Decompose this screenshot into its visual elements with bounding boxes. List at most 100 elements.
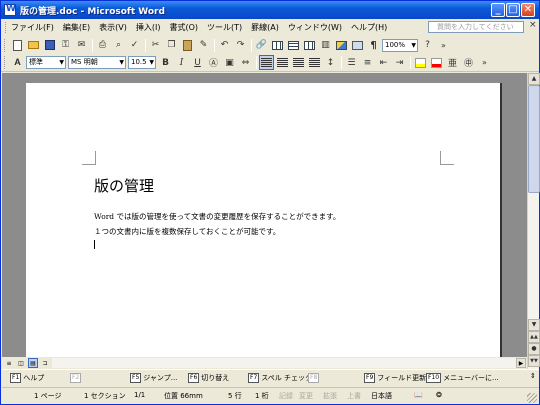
menu-edit[interactable]: 編集(E) (63, 22, 90, 33)
horizontal-scrollbar[interactable] (52, 358, 516, 368)
styles-formatting-icon[interactable]: 𝐀 (10, 55, 25, 70)
fkey-f9[interactable]: F9 フィールド更新 (364, 373, 426, 383)
insert-table-icon[interactable] (286, 38, 301, 53)
menu-format[interactable]: 書式(O) (169, 22, 198, 33)
vertical-scrollbar[interactable]: ▲ ▼ ▲▲ ● ▼▼ (527, 73, 540, 369)
line-spacing-icon[interactable]: ↕ (323, 55, 338, 70)
menu-window[interactable]: ウィンドウ(W) (288, 22, 342, 33)
reading-layout-icon[interactable]: ⊐ (40, 358, 50, 368)
normal-view-icon[interactable]: ≡ (4, 358, 14, 368)
next-page-icon[interactable]: ▼▼ (528, 355, 540, 367)
help-icon[interactable]: ? (420, 38, 435, 53)
menu-table[interactable]: 罫線(A) (251, 22, 279, 33)
align-right-button[interactable] (291, 55, 306, 70)
menu-tools[interactable]: ツール(T) (207, 22, 242, 33)
resize-grip[interactable] (527, 393, 537, 403)
enclose-characters-icon[interactable]: ㊥ (461, 55, 476, 70)
bullets-icon[interactable]: ≡ (360, 55, 375, 70)
menu-view[interactable]: 表示(V) (99, 22, 127, 33)
email-icon[interactable]: ✉ (74, 38, 89, 53)
document-paragraph[interactable]: Word では版の管理を使って文書の変更履歴を保存することができます。 (94, 211, 340, 222)
web-layout-icon[interactable]: ◫ (16, 358, 26, 368)
spelling-icon[interactable]: ✓ (127, 38, 142, 53)
fkey-f1[interactable]: F1 ヘルプ (10, 373, 44, 383)
toolbar-grip[interactable] (4, 56, 7, 69)
close-button[interactable]: ✕ (521, 3, 535, 17)
zoom-select[interactable]: 100% ▼ (382, 38, 418, 52)
open-icon[interactable] (26, 38, 41, 53)
menu-help[interactable]: ヘルプ(H) (351, 22, 387, 33)
save-icon[interactable] (42, 38, 57, 53)
select-browse-object-icon[interactable]: ● (528, 343, 540, 355)
menu-insert[interactable]: 挿入(I) (136, 22, 161, 33)
show-formatting-icon[interactable]: ¶ (366, 38, 381, 53)
numbering-icon[interactable]: ☰ (344, 55, 359, 70)
print-preview-icon[interactable]: ⌕ (111, 38, 126, 53)
separator (341, 56, 342, 69)
paste-icon[interactable] (180, 38, 195, 53)
align-center-button[interactable] (275, 55, 290, 70)
character-border-icon[interactable]: Ⓐ (206, 55, 221, 70)
previous-page-icon[interactable]: ▲▲ (528, 331, 540, 343)
character-shading-icon[interactable]: ▣ (222, 55, 237, 70)
increase-indent-icon[interactable]: ⇥ (392, 55, 407, 70)
decrease-indent-icon[interactable]: ⇤ (376, 55, 391, 70)
toolbar-options-icon[interactable]: » (477, 55, 492, 70)
italic-button[interactable]: I (174, 55, 189, 70)
permission-icon[interactable]: ⚿ (58, 38, 73, 53)
insert-excel-icon[interactable] (302, 38, 317, 53)
hyperlink-icon[interactable]: 🔗 (254, 38, 269, 53)
bold-button[interactable]: B (158, 55, 173, 70)
tables-borders-icon[interactable] (270, 38, 285, 53)
ime-status-icon[interactable]: ❂ (436, 391, 442, 399)
character-scaling-icon[interactable]: ⇔ (238, 55, 253, 70)
status-record[interactable]: 記録 (279, 391, 293, 401)
close-document-icon[interactable]: × (529, 20, 537, 30)
font-size-select[interactable]: 10.5 ▼ (128, 56, 156, 69)
minimize-button[interactable]: _ (491, 3, 505, 17)
scroll-down-icon[interactable]: ▼ (528, 319, 540, 331)
columns-icon[interactable]: ▥ (318, 38, 333, 53)
status-extend[interactable]: 拡張 (323, 391, 337, 401)
menu-grip[interactable] (5, 21, 8, 33)
document-paragraph[interactable]: １つの文書内に版を複数保存しておくことが可能です。 (94, 226, 280, 237)
underline-button[interactable]: U (190, 55, 205, 70)
distributed-button[interactable] (307, 55, 322, 70)
fkey-f5[interactable]: F5 ジャンプ... (130, 373, 177, 383)
scroll-thumb[interactable] (528, 85, 540, 193)
fkey-f6[interactable]: F6 切り替え (188, 373, 229, 383)
menu-file[interactable]: ファイル(F) (11, 22, 54, 33)
copy-icon[interactable]: ❐ (164, 38, 179, 53)
redo-icon[interactable]: ↷ (233, 38, 248, 53)
fkey-more-icon[interactable]: ⇕ (530, 372, 536, 380)
phonetic-guide-icon[interactable]: 亜 (445, 55, 460, 70)
word-app-icon[interactable] (4, 4, 16, 16)
fkey-f10[interactable]: F10 メニューバーに... (426, 373, 499, 383)
title-bar[interactable]: 版の管理.doc - Microsoft Word _ □ ✕ (1, 1, 539, 19)
format-painter-icon[interactable]: ✎ (196, 38, 211, 53)
document-page[interactable]: 版の管理 Word では版の管理を使って文書の変更履歴を保存することができます。… (26, 83, 502, 357)
undo-icon[interactable]: ↶ (217, 38, 232, 53)
status-track-changes[interactable]: 変更 (299, 391, 313, 401)
maximize-button[interactable]: □ (506, 3, 520, 17)
cut-icon[interactable]: ✂ (148, 38, 163, 53)
scroll-right-icon[interactable]: ▶ (516, 358, 526, 368)
document-heading[interactable]: 版の管理 (94, 175, 154, 196)
document-map-icon[interactable] (350, 38, 365, 53)
style-select[interactable]: 標準 ▼ (26, 56, 66, 69)
font-select[interactable]: MS 明朝 ▼ (68, 56, 126, 69)
toolbar-options-icon[interactable]: » (436, 38, 451, 53)
font-color-icon[interactable] (429, 55, 444, 70)
spelling-status-icon[interactable]: 📖 (414, 391, 423, 399)
drawing-icon[interactable] (334, 38, 349, 53)
highlight-icon[interactable] (413, 55, 428, 70)
scroll-up-icon[interactable]: ▲ (528, 73, 540, 85)
new-icon[interactable] (10, 38, 25, 53)
ask-question-input[interactable]: 質問を入力してください (428, 21, 524, 33)
toolbar-grip[interactable] (4, 38, 7, 52)
status-overtype[interactable]: 上書 (347, 391, 361, 401)
print-layout-icon[interactable]: ▤ (28, 358, 38, 368)
align-justify-button[interactable] (259, 55, 274, 70)
separator (145, 38, 146, 52)
print-icon[interactable]: ⎙ (95, 38, 110, 53)
